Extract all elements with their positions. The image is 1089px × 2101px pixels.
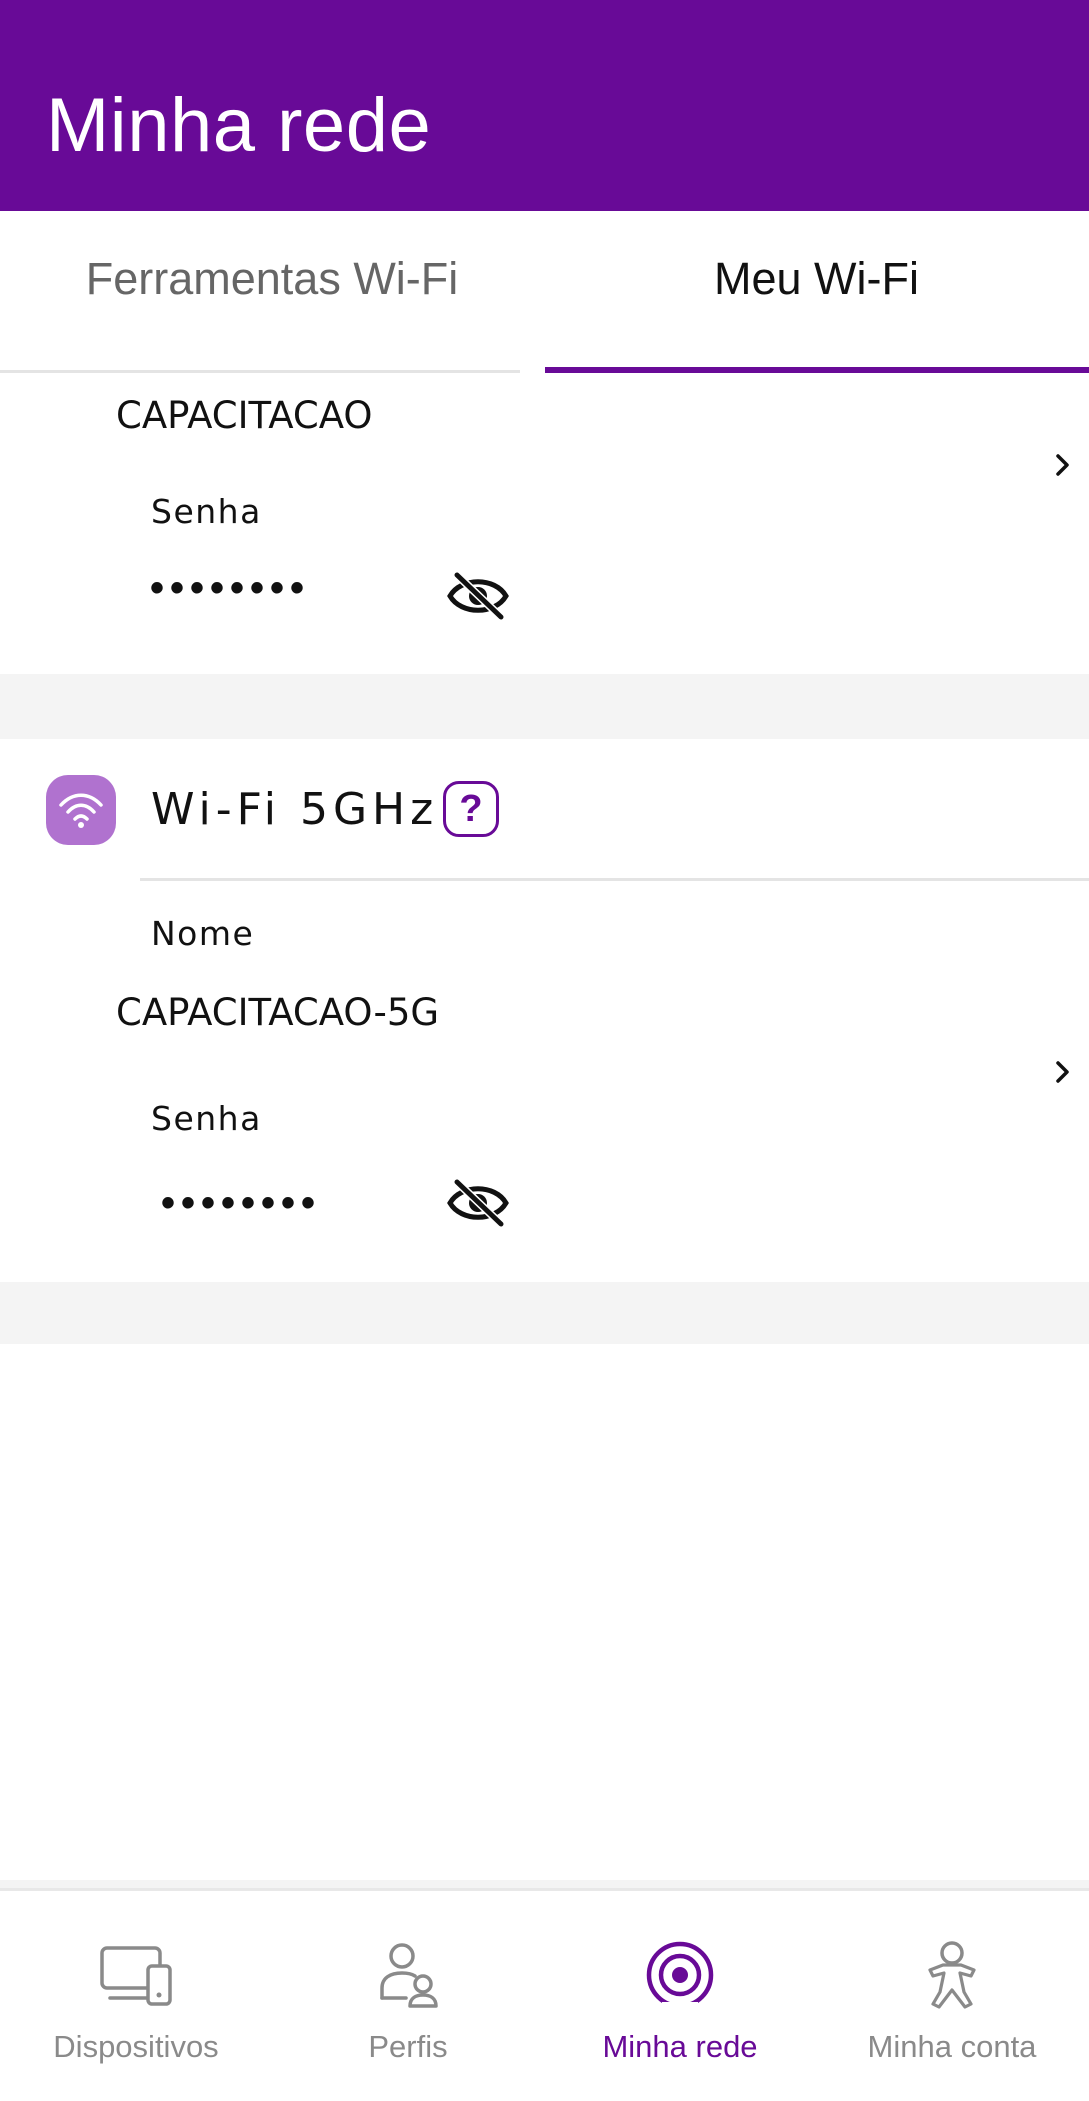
network-icon <box>646 1941 714 2012</box>
password-value: •••••••• <box>161 1181 322 1225</box>
nav-label: Minha conta <box>867 2029 1037 2064</box>
nav-item-minha-rede[interactable]: Minha rede <box>544 1940 816 2062</box>
nav-shadow <box>0 1880 1089 1888</box>
tab-ferramentas-wifi[interactable]: Ferramentas Wi-Fi <box>0 256 544 301</box>
nav-item-perfis[interactable]: Perfis <box>272 1940 544 2062</box>
profiles-icon <box>380 1943 438 2008</box>
nav-item-dispositivos[interactable]: Dispositivos <box>0 1940 272 2062</box>
network-name-value: CAPACITACAO-5G <box>116 991 440 1034</box>
page-title: Minha rede <box>46 83 432 168</box>
wifi-icon <box>46 775 116 845</box>
tab-underline <box>0 370 520 373</box>
section-separator <box>0 1282 1089 1344</box>
password-label: Senha <box>151 492 262 531</box>
devices-icon <box>100 1946 172 2006</box>
nav-label: Perfis <box>368 2029 448 2064</box>
active-tab-indicator <box>545 367 1089 373</box>
nav-label: Dispositivos <box>53 2029 219 2064</box>
eye-off-icon[interactable] <box>447 571 509 621</box>
name-label: Nome <box>151 914 255 953</box>
section-separator <box>0 674 1089 739</box>
chevron-right-icon[interactable] <box>1048 450 1078 480</box>
band-title: Wi-Fi 5GHz <box>151 784 439 835</box>
password-value: •••••••• <box>150 566 311 610</box>
password-label: Senha <box>151 1099 262 1138</box>
divider <box>140 878 1089 881</box>
bottom-nav-border <box>0 1888 1089 1891</box>
account-icon <box>928 1941 976 2009</box>
tab-meu-wifi[interactable]: Meu Wi-Fi <box>544 256 1089 301</box>
eye-off-icon[interactable] <box>447 1178 509 1228</box>
help-icon[interactable]: ? <box>443 781 499 837</box>
network-name-value: CAPACITACAO <box>116 394 373 437</box>
nav-item-minha-conta[interactable]: Minha conta <box>816 1940 1088 2062</box>
chevron-right-icon[interactable] <box>1048 1057 1078 1087</box>
nav-label: Minha rede <box>602 2029 758 2064</box>
